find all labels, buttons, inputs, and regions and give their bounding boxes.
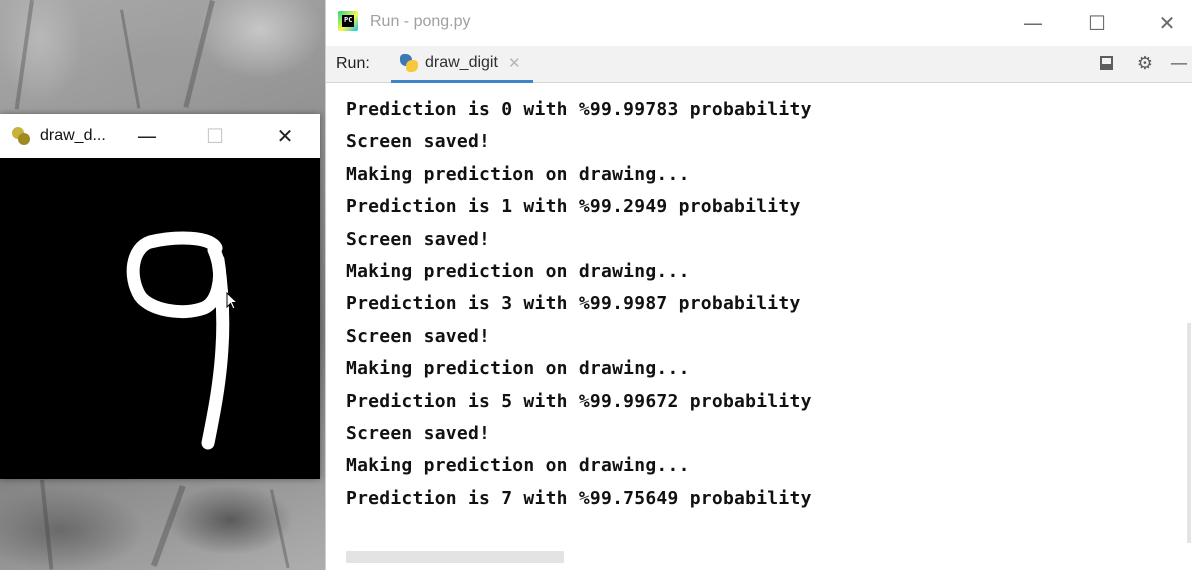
run-window: PC Run - pong.py — ☐ ✕ Run: draw_digit ✕… [325, 0, 1192, 570]
horizontal-scrollbar[interactable] [346, 551, 564, 563]
tab-label: draw_digit [425, 54, 498, 71]
drawing-canvas[interactable] [0, 158, 320, 479]
console-line: Making prediction on drawing... [346, 358, 690, 380]
console-line: Screen saved! [346, 423, 491, 444]
console-line: Prediction is 1 with %99.2949 probabilit… [346, 196, 801, 218]
minus-icon[interactable]: — [1168, 53, 1190, 75]
clipped-previous-line [346, 83, 1146, 87]
console-line: Screen saved! [346, 131, 491, 153]
draw-close-button[interactable]: ✕ [270, 121, 300, 151]
draw-digit-window: draw_d... — ☐ ✕ [0, 114, 320, 479]
pycharm-icon: PC [338, 11, 358, 31]
console-line: Prediction is 7 with %99.75649 probabili… [346, 487, 812, 509]
run-window-title: Run - pong.py [370, 13, 471, 30]
draw-window-titlebar[interactable]: draw_d... — ☐ ✕ [0, 114, 320, 158]
draw-maximize-button[interactable]: ☐ [200, 121, 230, 151]
console-line: Making prediction on drawing... [346, 261, 690, 282]
console-line: Prediction is 3 with %99.9987 probabilit… [346, 293, 801, 315]
console-line: Making prediction on drawing... [346, 455, 690, 477]
vertical-scrollbar[interactable] [1187, 323, 1191, 543]
console-line: Making prediction on drawing... [346, 163, 690, 185]
run-toolbar: Run: draw_digit ✕ ⚙ — [326, 46, 1192, 83]
draw-minimize-button[interactable]: — [132, 121, 162, 151]
tab-draw-digit[interactable]: draw_digit ✕ [391, 46, 533, 83]
handwritten-digit [126, 231, 230, 450]
mouse-cursor-icon [226, 292, 238, 310]
draw-window-title: draw_d... [40, 127, 106, 144]
maximize-button[interactable]: ☐ [1082, 8, 1112, 38]
console-output[interactable]: Prediction is 0 with %99.99783 probabili… [326, 83, 1192, 570]
close-button[interactable]: ✕ [1152, 8, 1182, 38]
python-icon [399, 53, 419, 73]
layout-icon[interactable] [1096, 53, 1118, 75]
run-label: Run: [336, 55, 370, 72]
minimize-button[interactable]: — [1018, 8, 1048, 38]
console-line: Screen saved! [346, 228, 491, 250]
console-line: Prediction is 0 with %99.99783 probabili… [346, 99, 812, 120]
gear-icon[interactable]: ⚙ [1134, 53, 1156, 75]
tab-close-icon[interactable]: ✕ [508, 54, 521, 72]
console-line: Screen saved! [346, 325, 491, 347]
pygame-icon [10, 125, 32, 147]
run-window-titlebar[interactable]: PC Run - pong.py — ☐ ✕ [326, 0, 1192, 46]
console-line: Prediction is 5 with %99.99672 probabili… [346, 390, 812, 412]
